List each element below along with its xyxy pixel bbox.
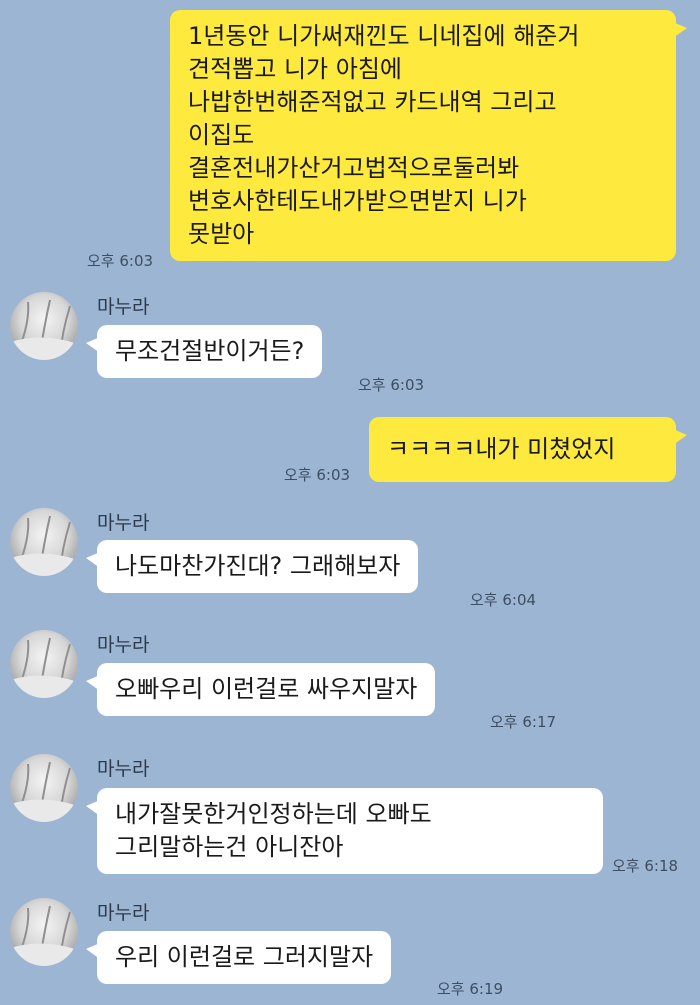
message-time: 오후 6:03: [358, 376, 425, 394]
profile-photo-snowy-trees-icon: [10, 637, 78, 698]
received-message-bubble[interactable]: 나도마찬가진대? 그래해보자: [85, 540, 419, 593]
profile-avatar[interactable]: [10, 630, 78, 698]
message-time: 오후 6:04: [470, 591, 537, 609]
profile-avatar[interactable]: [10, 898, 78, 966]
sender-name: 마누라: [97, 634, 150, 656]
message-time: 오후 6:03: [87, 252, 154, 270]
profile-avatar[interactable]: [10, 292, 78, 360]
sender-name: 마누라: [97, 758, 150, 780]
profile-photo-snowy-trees-icon: [10, 299, 78, 360]
profile-photo-snowy-trees-icon: [10, 761, 78, 822]
received-message-bubble[interactable]: 오빠우리 이런걸로 싸우지말자: [85, 663, 436, 716]
sender-name: 마누라: [97, 512, 150, 534]
received-message-bubble[interactable]: 우리 이런걸로 그러지말자: [85, 931, 392, 984]
profile-photo-snowy-trees-icon: [10, 515, 78, 576]
message-time: 오후 6:03: [284, 466, 351, 484]
profile-avatar[interactable]: [10, 754, 78, 822]
received-message-bubble[interactable]: 무조건절반이거든?: [85, 325, 323, 378]
sender-name: 마누라: [97, 902, 150, 924]
profile-photo-snowy-trees-icon: [10, 905, 78, 966]
received-message-bubble[interactable]: 내가잘못한거인정하는데 오빠도 그리말하는건 아니잔아: [86, 788, 603, 874]
profile-avatar[interactable]: [10, 508, 78, 576]
message-time: 오후 6:19: [437, 980, 504, 998]
chat-room[interactable]: 오후 6:03 1년동안 니가써재낀도 니네집에 해준거 견적뽑고 니가 아침에…: [0, 0, 700, 1005]
sent-message-bubble[interactable]: ㅋㅋㅋㅋ내가 미쳤었지: [369, 417, 687, 482]
sent-message-bubble[interactable]: 1년동안 니가써재낀도 니네집에 해준거 견적뽑고 니가 아침에 나밥한번해준적…: [170, 10, 687, 261]
sender-name: 마누라: [97, 296, 150, 318]
message-time: 오후 6:17: [490, 713, 557, 731]
message-time: 오후 6:18: [612, 857, 679, 875]
